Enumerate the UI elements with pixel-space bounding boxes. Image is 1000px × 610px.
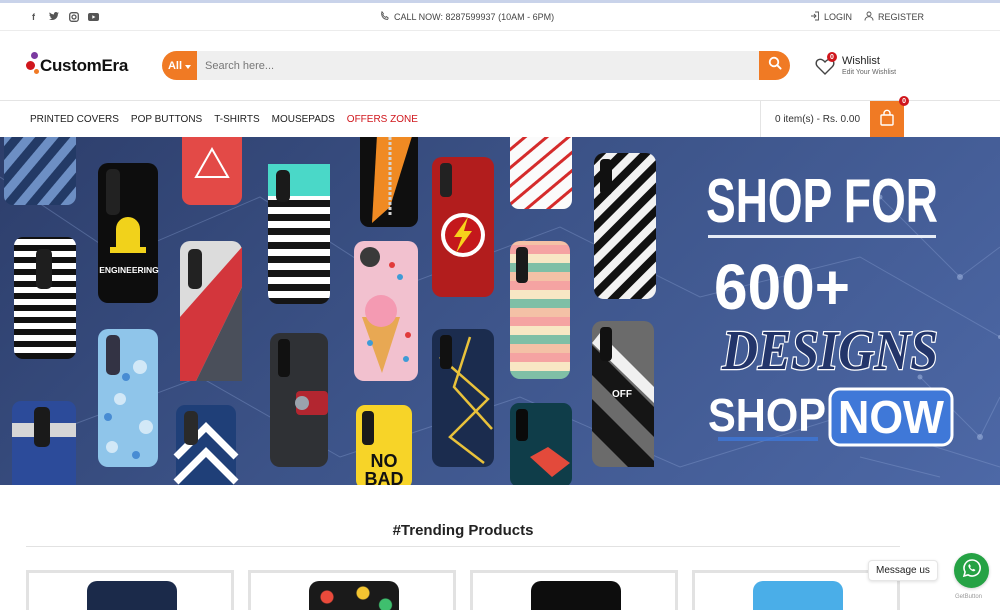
youtube-icon[interactable]	[88, 11, 99, 22]
site-header: CustomEra All 0 Wishlist Edit Your Wishl…	[0, 31, 1000, 101]
trending-divider	[26, 546, 900, 547]
search-button[interactable]	[759, 51, 790, 80]
product-card[interactable]	[248, 570, 456, 610]
wishlist-subtitle: Edit Your Wishlist	[842, 69, 897, 76]
call-now-info: CALL NOW: 8287599937 (10AM - 6PM)	[380, 10, 555, 23]
message-us-label[interactable]: Message us	[868, 560, 938, 581]
nav-item-pop-buttons[interactable]: POP BUTTONS	[131, 114, 202, 125]
product-image	[753, 581, 843, 610]
nav-menu: PRINTED COVERS POP BUTTONS T-SHIRTS MOUS…	[30, 114, 418, 125]
login-label: LOGIN	[823, 12, 852, 22]
facebook-icon[interactable]: f	[28, 11, 39, 22]
off-text: OFF	[612, 389, 632, 400]
social-links: f	[28, 11, 99, 22]
shopping-bag-icon	[879, 109, 895, 131]
twitter-icon[interactable]	[48, 11, 59, 22]
nav-item-t-shirts[interactable]: T-SHIRTS	[214, 114, 259, 125]
call-now-text: CALL NOW: 8287599937 (10AM - 6PM)	[394, 12, 555, 22]
top-bar: f CALL NOW: 8287599937 (10AM - 6PM) LOGI…	[0, 3, 1000, 31]
whatsapp-icon	[962, 558, 982, 583]
getbutton-credit[interactable]: GetButton	[955, 594, 982, 600]
banner-now-word: NOW	[838, 391, 945, 443]
product-image	[87, 581, 177, 610]
engineering-text: ENGINEERING	[99, 265, 159, 275]
site-logo[interactable]: CustomEra	[26, 52, 128, 80]
cart-summary-text: 0 item(s) - Rs. 0.00	[775, 114, 861, 125]
search-input[interactable]	[197, 51, 759, 80]
wishlist-count-badge: 0	[827, 52, 837, 62]
login-link[interactable]: LOGIN	[810, 11, 852, 23]
heart-icon	[814, 58, 836, 81]
bad-text: BAD	[365, 469, 404, 485]
instagram-icon[interactable]	[68, 11, 79, 22]
no-text: NO	[371, 451, 398, 471]
product-card[interactable]	[470, 570, 678, 610]
cart-summary[interactable]: 0 item(s) - Rs. 0.00 0	[760, 96, 910, 138]
logo-mark	[26, 52, 40, 80]
logo-text: CustomEra	[40, 56, 128, 75]
nav-item-printed-covers[interactable]: PRINTED COVERS	[30, 114, 119, 125]
whatsapp-chat-button[interactable]	[954, 553, 989, 588]
nav-item-mousepads[interactable]: MOUSEPADS	[272, 114, 335, 125]
trending-products-title: #Trending Products	[392, 522, 534, 539]
register-label: REGISTER	[877, 12, 924, 22]
main-nav: PRINTED COVERS POP BUTTONS T-SHIRTS MOUS…	[0, 96, 1000, 139]
product-image	[531, 581, 621, 610]
banner-line-600: 600+	[714, 251, 850, 323]
hero-banner-art: ENGINEERING NO BAD OFF SHOP FOR 600+ DES…	[0, 137, 1000, 485]
nav-item-offers-zone[interactable]: OFFERS ZONE	[347, 114, 418, 125]
wishlist-title: Wishlist	[842, 55, 880, 67]
cart-count-badge: 0	[899, 96, 910, 106]
banner-line-designs: DESIGNS	[721, 320, 938, 382]
wishlist-text: Wishlist Edit Your Wishlist	[842, 55, 896, 78]
account-links: LOGIN REGISTER	[810, 11, 924, 23]
search-bar: All	[162, 51, 790, 80]
search-category-select[interactable]: All	[162, 51, 197, 80]
wishlist-link[interactable]: 0 Wishlist Edit Your Wishlist	[814, 52, 896, 78]
register-link[interactable]: REGISTER	[864, 11, 924, 23]
phone-icon	[380, 10, 390, 23]
wishlist-heart: 0	[814, 52, 837, 77]
banner-line-shop-for: SHOP FOR	[706, 167, 938, 236]
trending-products-list	[26, 570, 900, 610]
search-icon	[768, 56, 782, 75]
product-card[interactable]	[26, 570, 234, 610]
login-icon	[810, 11, 820, 23]
caret-down-icon	[185, 60, 192, 72]
cart-button[interactable]: 0	[870, 96, 910, 138]
banner-shop-word: SHOP	[708, 389, 826, 441]
search-category-value: All	[167, 59, 183, 72]
product-image	[309, 581, 399, 610]
hero-banner[interactable]: ENGINEERING NO BAD OFF SHOP FOR 600+ DES…	[0, 137, 1000, 485]
user-icon	[864, 11, 874, 23]
